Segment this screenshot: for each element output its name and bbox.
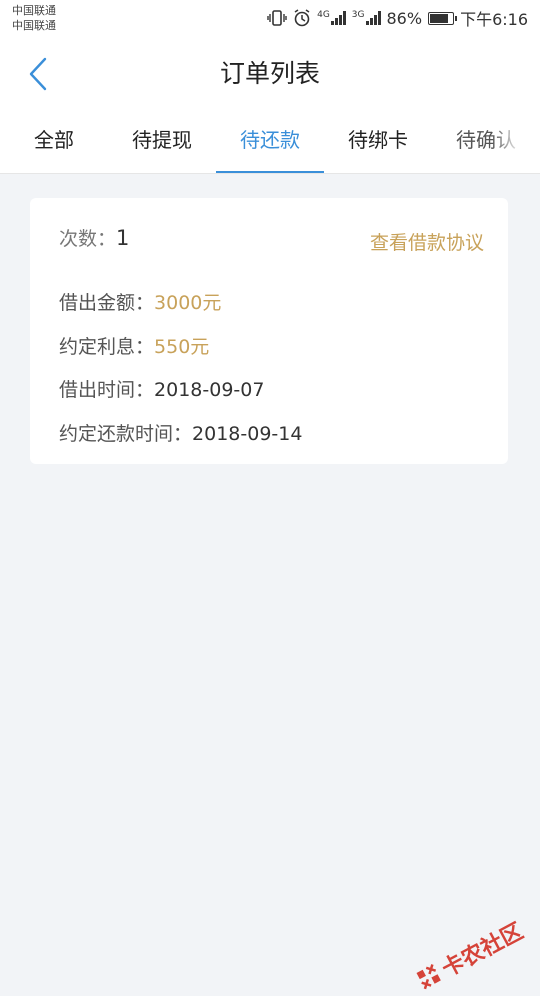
loan-amount-value: 3000元 (154, 292, 221, 314)
alarm-icon (293, 9, 311, 27)
lend-date-label: 借出时间： (59, 379, 154, 401)
battery-percent: 86% (387, 9, 423, 28)
lend-date-row: 借出时间：2018-09-07 (59, 375, 264, 402)
nav-bar: 订单列表 (0, 36, 540, 112)
status-icons: 4G 3G 86% 下午6:16 (267, 7, 528, 29)
carrier-2: 中国联通 (12, 18, 56, 33)
repay-date-row: 约定还款时间：2018-09-14 (59, 419, 302, 446)
signal-4g-icon: 4G (317, 11, 346, 25)
loan-amount-label: 借出金额： (59, 292, 154, 314)
order-card[interactable]: 次数：1 查看借款协议 借出金额：3000元 约定利息：550元 借出时间：20… (30, 198, 508, 464)
battery-icon (428, 12, 454, 25)
tab-all[interactable]: 全部 (0, 112, 108, 174)
count-label: 次数： (59, 228, 116, 250)
order-status-tabs: 全部 待提现 待还款 待绑卡 待确认 (0, 112, 540, 174)
lend-date-value: 2018-09-07 (154, 379, 264, 401)
repay-date-value: 2018-09-14 (192, 423, 302, 445)
watermark: 卡农社区 (411, 914, 528, 996)
count-value: 1 (116, 226, 129, 250)
tab-pending-withdraw[interactable]: 待提现 (108, 112, 216, 174)
loan-amount-row: 借出金额：3000元 (59, 288, 221, 315)
vibrate-icon (267, 10, 287, 26)
status-bar: 中国联通 中国联通 4G 3G 86% 下午6:16 (0, 0, 540, 36)
tab-pending-confirm[interactable]: 待确认 (432, 112, 540, 174)
signal-3g-icon: 3G (352, 11, 381, 25)
carrier-info: 中国联通 中国联通 (12, 3, 56, 33)
interest-label: 约定利息： (59, 336, 154, 358)
battery-fill (430, 14, 448, 23)
watermark-text: 卡农社区 (435, 914, 528, 984)
tab-pending-repay[interactable]: 待还款 (216, 112, 324, 174)
page-title: 订单列表 (0, 56, 540, 92)
interest-value: 550元 (154, 336, 209, 358)
clock: 下午6:16 (460, 6, 528, 30)
interest-row: 约定利息：550元 (59, 332, 209, 359)
tab-pending-bind-card[interactable]: 待绑卡 (324, 112, 432, 174)
carrier-1: 中国联通 (12, 3, 56, 18)
order-count-row: 次数：1 (59, 224, 129, 251)
repay-date-label: 约定还款时间： (59, 423, 192, 445)
view-agreement-link[interactable]: 查看借款协议 (370, 228, 484, 255)
